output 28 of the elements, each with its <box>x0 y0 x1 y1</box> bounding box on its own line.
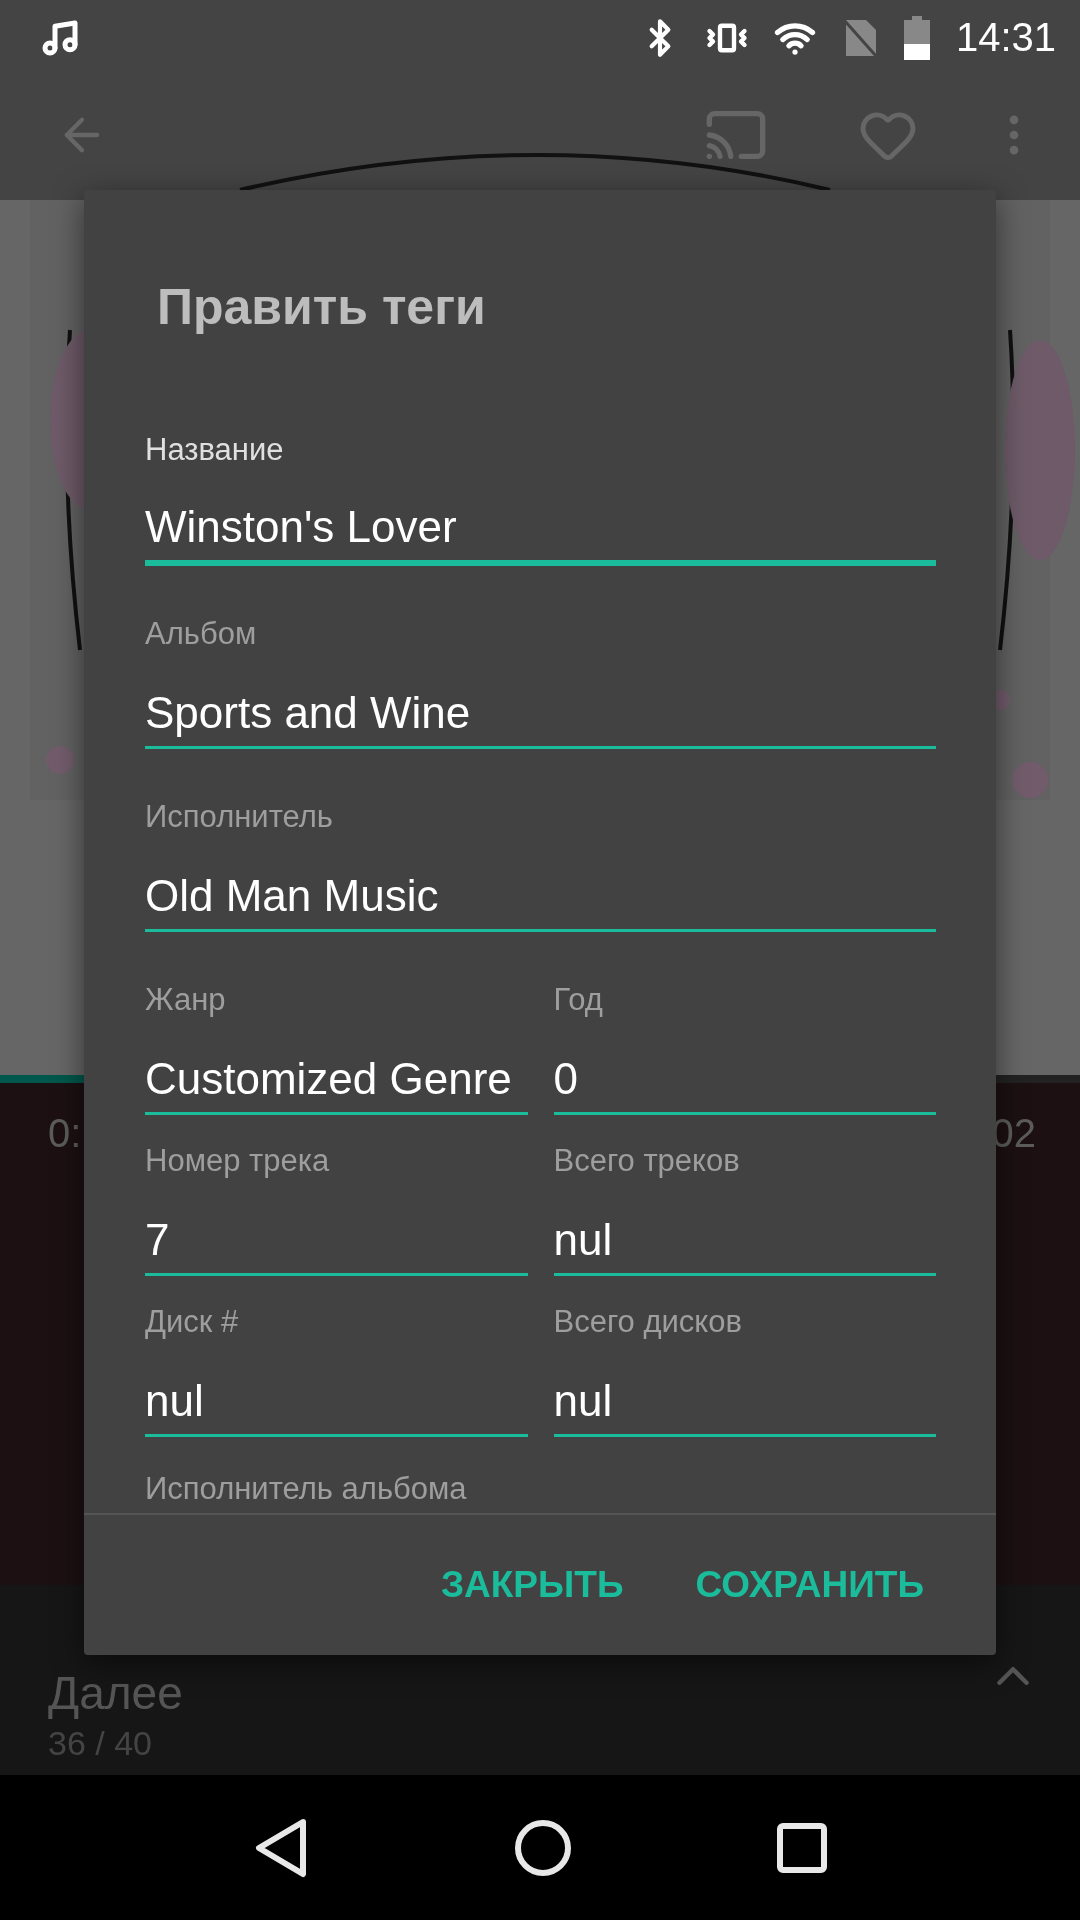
field-label: Название <box>145 432 284 469</box>
field-label: Жанр <box>145 982 226 1019</box>
text-field[interactable]: 0 <box>553 1038 936 1115</box>
text-field[interactable]: nul <box>553 1360 936 1437</box>
field-label: Исполнитель альбома <box>145 1471 467 1507</box>
elapsed-time: 0: <box>48 1111 82 1157</box>
home-icon[interactable] <box>514 1818 572 1877</box>
text-field[interactable]: nul <box>553 1199 936 1276</box>
field-label: Исполнитель <box>145 799 333 836</box>
text-field[interactable]: Winston's Lover <box>145 488 936 566</box>
field-label: Всего треков <box>553 1143 740 1180</box>
text-field[interactable]: Customized Genre <box>145 1038 528 1115</box>
text-field[interactable]: Old Man Music <box>145 855 936 932</box>
battery-icon <box>903 15 930 60</box>
text-field[interactable]: nul <box>145 1360 528 1437</box>
queue-title: Далее <box>48 1666 184 1720</box>
recents-icon[interactable] <box>777 1822 828 1873</box>
field-label: Номер трека <box>145 1143 330 1180</box>
field-label: Год <box>553 982 603 1019</box>
dialog-title: Править теги <box>156 278 486 336</box>
field-label: Всего дисков <box>553 1304 742 1341</box>
text-field[interactable]: Sports and Wine <box>145 672 936 749</box>
text-field[interactable]: 7 <box>145 1199 528 1276</box>
save-button[interactable]: СОХРАНИТЬ <box>683 1552 936 1618</box>
field-label: Альбом <box>145 616 257 653</box>
field-label: Диск # <box>145 1304 239 1341</box>
clock-time: 14:31 <box>955 15 1056 60</box>
close-button[interactable]: ЗАКРЫТЬ <box>428 1552 636 1618</box>
